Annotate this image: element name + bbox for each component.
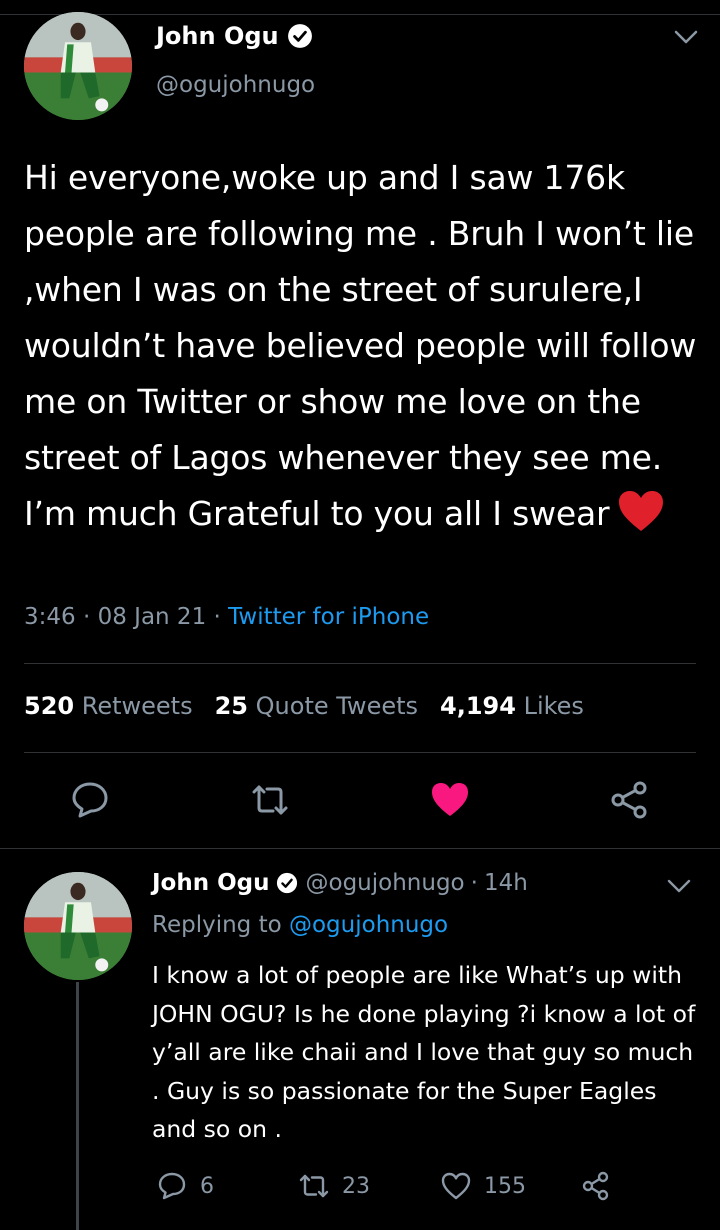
reply-header: John Ogu @ogujohnugo · 14h xyxy=(152,870,528,896)
retweet-icon xyxy=(298,1170,330,1202)
retweet-action[interactable]: 23 xyxy=(298,1170,370,1202)
meta-separator: · xyxy=(213,604,221,630)
retweets-label: Retweets xyxy=(81,692,193,720)
reply-count: 6 xyxy=(200,1173,214,1199)
share-icon xyxy=(580,1170,612,1202)
retweets-count: 520 xyxy=(24,692,75,720)
quote-tweets-count: 25 xyxy=(214,692,249,720)
reply-author-avatar[interactable] xyxy=(24,872,132,980)
tweet-text: Hi everyone,woke up and I saw 176k peopl… xyxy=(24,150,704,542)
tweet-source-link[interactable]: Twitter for iPhone xyxy=(228,604,429,630)
author-handle[interactable]: @ogujohnugo xyxy=(156,72,315,98)
likes-label: Likes xyxy=(523,692,584,720)
share-action[interactable] xyxy=(580,1170,624,1202)
replying-to-mention[interactable]: @ogujohnugo xyxy=(289,912,448,938)
author-name-row: John Ogu xyxy=(156,22,313,50)
retweet-count: 23 xyxy=(342,1173,370,1199)
reply-action[interactable]: 6 xyxy=(156,1170,214,1202)
reply-time[interactable]: 14h xyxy=(484,870,528,896)
tweet-text-body: Hi everyone,woke up and I saw 176k peopl… xyxy=(24,158,697,533)
share-icon[interactable] xyxy=(608,778,652,822)
verified-badge-icon xyxy=(276,872,298,894)
divider xyxy=(24,663,696,664)
tweet-date: 08 Jan 21 xyxy=(97,604,207,630)
likes-stat[interactable]: 4,194 Likes xyxy=(440,692,584,720)
reply-author-name[interactable]: John Ogu xyxy=(152,870,270,896)
reply-icon xyxy=(156,1170,188,1202)
author-name[interactable]: John Ogu xyxy=(156,22,279,50)
divider xyxy=(0,848,720,849)
reply-text: I know a lot of people are like What’s u… xyxy=(152,961,696,1143)
tweet-stats: 520 Retweets 25 Quote Tweets 4,194 Likes xyxy=(24,692,584,720)
quote-tweets-label: Quote Tweets xyxy=(255,692,419,720)
replying-to-label: Replying to xyxy=(152,912,282,938)
chevron-down-icon[interactable] xyxy=(672,26,700,48)
quote-tweets-stat[interactable]: 25 Quote Tweets xyxy=(215,692,418,720)
retweets-stat[interactable]: 520 Retweets xyxy=(24,692,193,720)
top-divider xyxy=(0,14,720,15)
divider xyxy=(24,752,696,753)
red-heart-emoji-icon xyxy=(617,489,665,533)
replying-to: Replying to @ogujohnugo xyxy=(152,912,448,938)
like-icon xyxy=(440,1170,472,1202)
reply-icon[interactable] xyxy=(68,778,112,822)
author-avatar[interactable] xyxy=(24,12,132,120)
meta-separator: · xyxy=(82,604,91,630)
likes-count: 4,194 xyxy=(440,692,516,720)
header-separator: · xyxy=(470,870,478,896)
like-icon-filled[interactable] xyxy=(428,778,472,822)
tweet-detail-screen: John Ogu @ogujohnugo Hi everyone,woke up… xyxy=(0,0,720,1230)
tweet-meta: 3:46 · 08 Jan 21 · Twitter for iPhone xyxy=(24,604,429,630)
reply-author-handle[interactable]: @ogujohnugo xyxy=(306,870,465,896)
verified-badge-icon xyxy=(287,23,313,49)
chevron-down-icon[interactable] xyxy=(666,876,692,896)
thread-connector-line xyxy=(76,982,79,1230)
retweet-icon[interactable] xyxy=(248,778,292,822)
like-action[interactable]: 155 xyxy=(440,1170,526,1202)
tweet-time: 3:46 xyxy=(24,604,76,630)
like-count: 155 xyxy=(484,1173,526,1199)
